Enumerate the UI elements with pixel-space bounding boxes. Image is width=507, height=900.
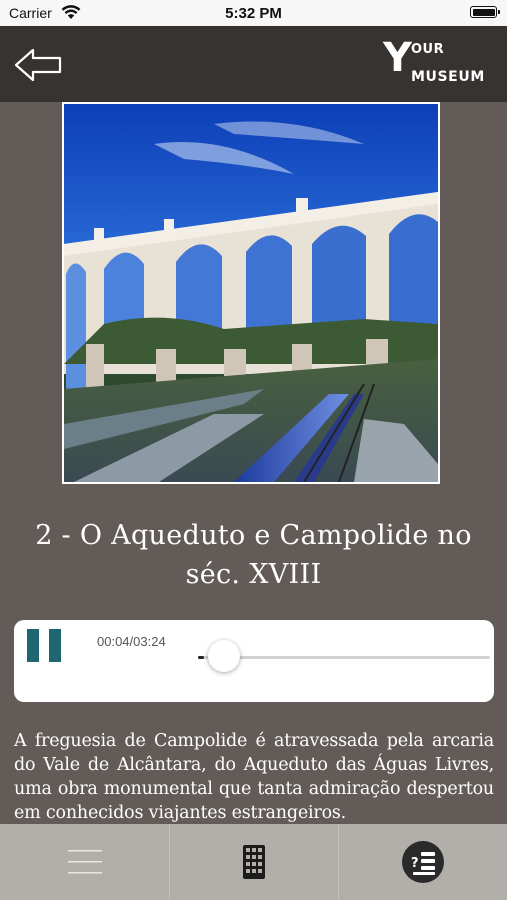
app-header: Y OUR MUSEUM (0, 26, 507, 102)
bottom-tab-bar: ? (0, 824, 507, 900)
svg-text:?: ? (411, 856, 419, 871)
keypad-icon (243, 845, 265, 879)
artwork-image (62, 102, 440, 484)
progress-fill (198, 656, 204, 659)
back-arrow-icon (14, 48, 62, 82)
progress-slider-thumb[interactable] (207, 640, 240, 672)
your-museum-logo: Y OUR MUSEUM (383, 35, 493, 88)
logo-letter: Y (383, 35, 412, 81)
playback-time: 00:04/03:24 (97, 634, 166, 649)
logo-our: OUR (411, 42, 445, 57)
clock: 5:32 PM (225, 5, 282, 22)
pause-button[interactable] (27, 629, 61, 662)
tab-keypad[interactable] (169, 824, 339, 900)
aqueduct-photo (64, 104, 438, 482)
artwork-description: A freguesia de Campolide é atravessada p… (14, 731, 494, 823)
quiz-list-icon: ? (402, 841, 444, 883)
progress-track[interactable] (198, 656, 490, 659)
tab-menu[interactable] (0, 824, 169, 900)
menu-icon (68, 850, 102, 874)
back-button[interactable] (12, 46, 64, 84)
artwork-title: 2 - O Aqueduto e Campolide no séc. XVIII (35, 520, 472, 590)
status-bar: Carrier 5:32 PM (0, 0, 507, 26)
battery-icon (470, 6, 500, 18)
logo-museum: MUSEUM (411, 69, 485, 85)
audio-player: 00:04/03:24 (14, 620, 494, 702)
tab-quiz[interactable]: ? (338, 824, 507, 900)
